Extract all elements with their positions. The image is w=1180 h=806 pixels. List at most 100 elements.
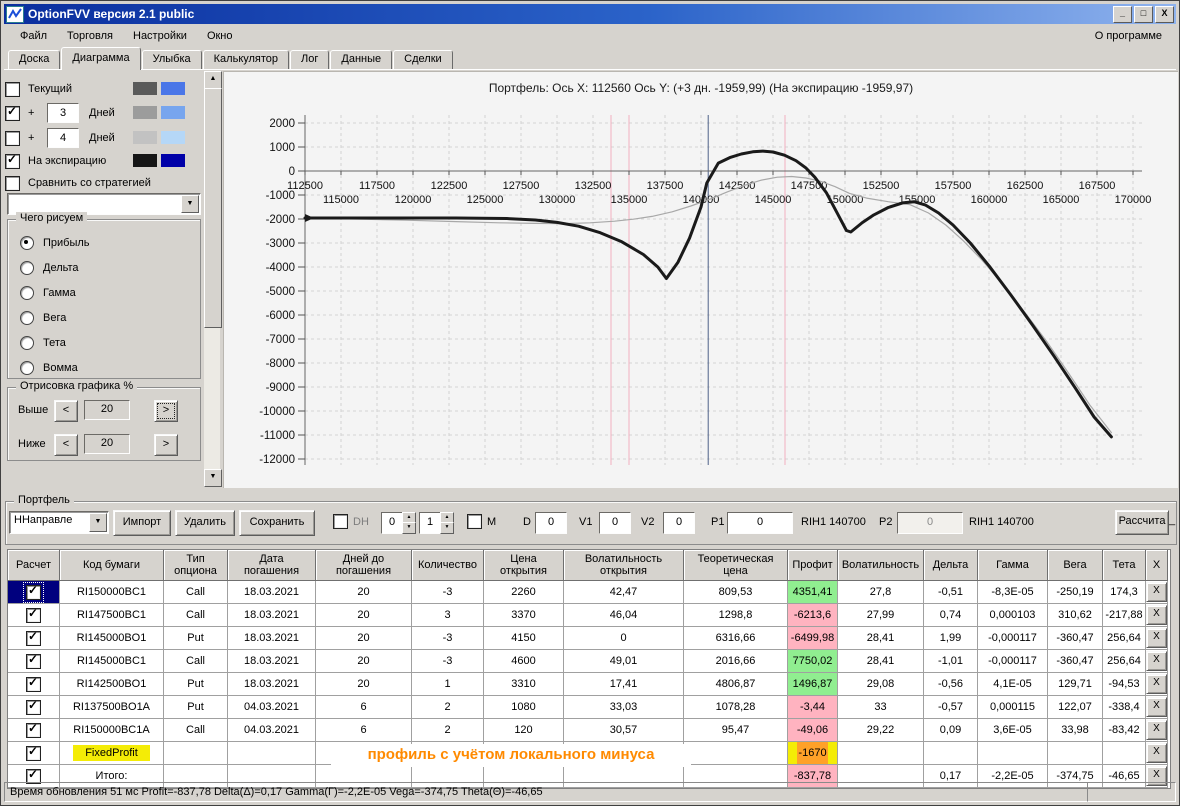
series-toggle-expiration[interactable]: На экспирацию	[5, 152, 185, 169]
dh-spinner-1-arrows[interactable]: ▲ ▼	[402, 512, 416, 534]
row-delete-button[interactable]: X	[1146, 582, 1167, 602]
m-checkbox[interactable]	[467, 514, 482, 529]
row-delete-button[interactable]: X	[1146, 674, 1167, 694]
row-calc-checkbox[interactable]	[26, 698, 41, 715]
range-above-increment-button[interactable]: >	[154, 400, 178, 422]
scrollbar-thumb[interactable]	[204, 88, 222, 328]
spin-down-icon[interactable]: ▼	[440, 522, 454, 534]
tab-smile[interactable]: Улыбка	[141, 50, 202, 69]
menu-settings[interactable]: Настройки	[123, 27, 197, 45]
menu-trading[interactable]: Торговля	[57, 27, 123, 45]
row-delete-button[interactable]: X	[1146, 697, 1167, 717]
table-header-cell[interactable]: Код бумаги	[60, 550, 164, 581]
calc-cell[interactable]	[8, 604, 60, 627]
draw-option-тета[interactable]: Тета	[8, 330, 200, 355]
table-header-cell[interactable]: Дата погашения	[228, 550, 316, 581]
menu-file[interactable]: Файл	[10, 27, 57, 45]
draw-option-дельта[interactable]: Дельта	[8, 255, 200, 280]
plus3-checkbox[interactable]	[5, 104, 20, 121]
save-button[interactable]: Сохранить	[239, 510, 315, 536]
table-header-cell[interactable]: Тип опциона	[164, 550, 228, 581]
tab-board[interactable]: Доска	[8, 50, 61, 69]
compare-strategy-toggle[interactable]: Сравнить со стратегией	[5, 175, 151, 191]
spin-down-icon[interactable]: ▼	[402, 522, 416, 534]
table-header-cell[interactable]: Цена открытия	[484, 550, 564, 581]
plus3-days-input[interactable]	[47, 103, 79, 123]
table-header-cell[interactable]: Теоретическая цена	[684, 550, 788, 581]
direction-combobox[interactable]: ННаправле ▼	[9, 511, 109, 534]
range-above-decrement-button[interactable]: <	[54, 400, 78, 422]
plus4-days-input[interactable]	[47, 128, 79, 148]
range-below-value[interactable]: 20	[84, 434, 130, 454]
panel-scrollbar[interactable]: ▲ ▼	[204, 71, 222, 487]
row-delete-button[interactable]: X	[1146, 743, 1167, 763]
calculate-button[interactable]: Рассчита	[1115, 510, 1169, 535]
tab-deals[interactable]: Сделки	[393, 50, 453, 69]
draw-option-прибыль[interactable]: Прибыль	[8, 230, 200, 255]
table-header-cell[interactable]: Волатильность	[838, 550, 924, 581]
range-below-increment-button[interactable]: >	[154, 434, 178, 456]
series-toggle-plus4[interactable]: + Дней	[5, 128, 185, 148]
radio-icon[interactable]	[20, 235, 34, 250]
chevron-down-icon[interactable]: ▼	[181, 195, 199, 213]
calc-cell[interactable]	[8, 627, 60, 650]
draw-option-гамма[interactable]: Гамма	[8, 280, 200, 305]
profit-chart[interactable]: 200010000-1000-2000-3000-4000-5000-6000-…	[224, 72, 1178, 486]
row-calc-checkbox[interactable]	[26, 675, 41, 692]
minimize-button[interactable]: _	[1113, 5, 1132, 23]
table-header-cell[interactable]: Расчет	[8, 550, 60, 581]
row-delete-button[interactable]: X	[1146, 651, 1167, 671]
table-header-cell[interactable]: Количество	[412, 550, 484, 581]
series-toggle-plus3[interactable]: + Дней	[5, 103, 185, 123]
calc-cell[interactable]	[8, 581, 60, 604]
menu-about[interactable]: О программе	[1085, 27, 1170, 45]
radio-icon[interactable]	[20, 310, 34, 325]
p2-input[interactable]: 0	[897, 512, 963, 534]
draw-option-вомма[interactable]: Вомма	[8, 355, 200, 380]
radio-icon[interactable]	[20, 360, 34, 375]
radio-icon[interactable]	[20, 285, 34, 300]
table-header-cell[interactable]: Волатильность открытия	[564, 550, 684, 581]
table-header-cell[interactable]: Дельта	[924, 550, 978, 581]
scroll-down-icon[interactable]: ▼	[204, 469, 222, 487]
row-calc-checkbox[interactable]	[26, 606, 41, 623]
calc-cell[interactable]	[8, 719, 60, 742]
row-delete-button[interactable]: X	[1146, 605, 1167, 625]
close-button[interactable]: X	[1155, 5, 1174, 23]
v2-input[interactable]: 0	[663, 512, 695, 534]
scroll-up-icon[interactable]: ▲	[204, 71, 222, 89]
row-delete-button[interactable]: X	[1146, 720, 1167, 740]
p1-input[interactable]: 0	[727, 512, 793, 534]
dh-spinner-1[interactable]: 0	[381, 512, 403, 534]
tab-calculator[interactable]: Калькулятор	[202, 50, 290, 69]
chevron-down-icon[interactable]: ▼	[89, 513, 107, 532]
expiration-checkbox[interactable]	[5, 152, 20, 169]
tab-diagram[interactable]: Диаграмма	[61, 47, 141, 70]
calc-cell[interactable]	[8, 742, 60, 765]
calc-cell[interactable]	[8, 650, 60, 673]
plus4-checkbox[interactable]	[5, 130, 20, 146]
row-calc-checkbox[interactable]	[26, 629, 41, 646]
row-calc-checkbox[interactable]	[26, 721, 41, 738]
dh-spinner-2[interactable]: 1	[419, 512, 441, 534]
table-header-cell[interactable]: Профит	[788, 550, 838, 581]
row-delete-button[interactable]: X	[1146, 628, 1167, 648]
row-calc-checkbox[interactable]	[23, 581, 44, 603]
calc-cell[interactable]	[8, 696, 60, 719]
v1-input[interactable]: 0	[599, 512, 631, 534]
radio-icon[interactable]	[20, 335, 34, 350]
dh-spinner-2-arrows[interactable]: ▲ ▼	[440, 512, 454, 534]
current-checkbox[interactable]	[5, 81, 20, 97]
table-header-cell[interactable]: Вега	[1048, 550, 1103, 581]
compare-strategy-checkbox[interactable]	[5, 175, 20, 191]
tab-data[interactable]: Данные	[330, 50, 393, 69]
row-calc-checkbox[interactable]	[26, 652, 41, 669]
row-calc-checkbox[interactable]	[26, 744, 41, 761]
table-header-cell[interactable]: X	[1146, 550, 1168, 581]
range-above-value[interactable]: 20	[84, 400, 130, 420]
import-button[interactable]: Импорт	[113, 510, 171, 536]
radio-icon[interactable]	[20, 260, 34, 275]
table-header-cell[interactable]: Дней до погашения	[316, 550, 412, 581]
calc-cell[interactable]	[8, 673, 60, 696]
d-input[interactable]: 0	[535, 512, 567, 534]
